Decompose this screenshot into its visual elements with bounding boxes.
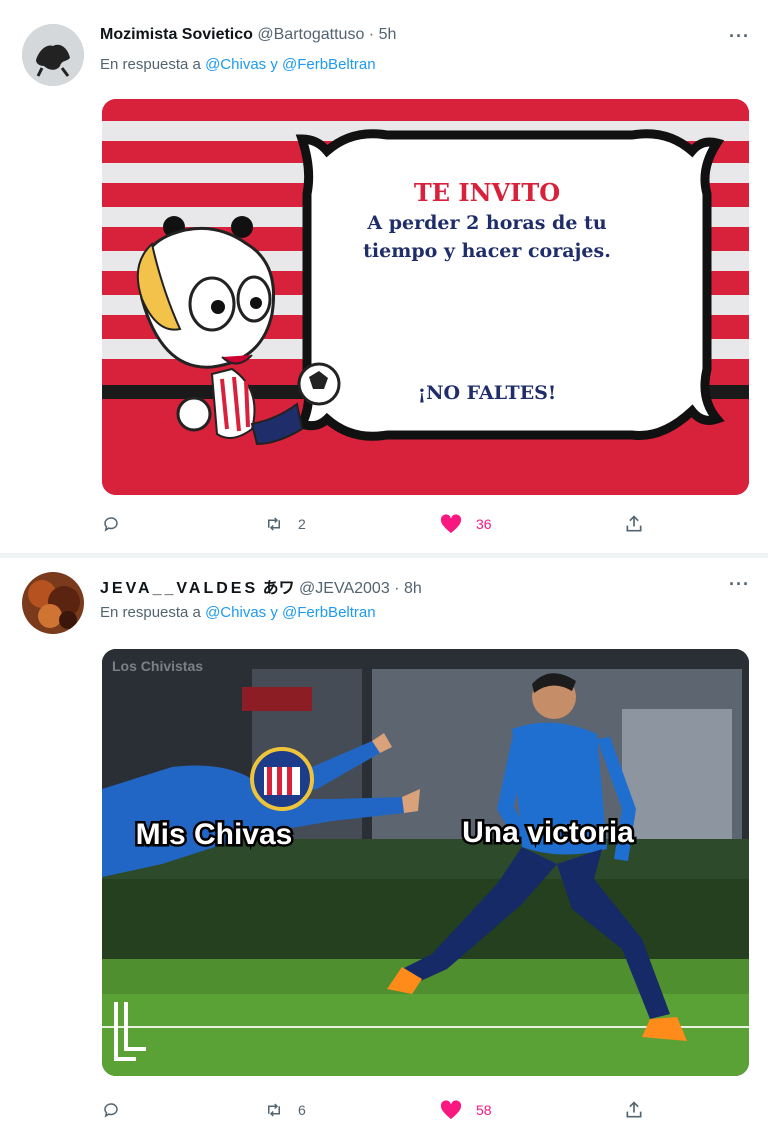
avatar-image [22,572,84,634]
reply-context: En respuesta a @Chivas y @FerbBeltran [100,604,376,621]
reply-icon [104,517,118,532]
reply-context: En respuesta a @Chivas y @FerbBeltran [100,56,376,73]
retweet-button[interactable]: 6 [264,1098,306,1122]
display-name[interactable]: JEVA__VALDES [100,580,258,597]
avatar-image [22,24,84,86]
reply-button[interactable] [102,512,120,536]
user-handle[interactable]: @JEVA2003 [299,580,390,597]
meme-left-caption: Mis Chivas [136,818,293,851]
reply-icon [104,1103,118,1118]
card-line-1: A perder 2 horas de tu [366,212,606,234]
like-count: 36 [476,516,492,532]
like-button[interactable]: 36 [440,512,492,536]
reply-prefix: En respuesta a [100,56,201,73]
retweet-count: 2 [298,516,306,532]
invite-card-image: TE INVITO A perder 2 horas de tu tiempo … [102,99,749,495]
more-icon[interactable]: ··· [729,574,750,595]
retweet-icon [268,517,280,531]
like-button[interactable]: 58 [440,1098,492,1122]
chivas-crest-icon [250,747,314,811]
reply-button[interactable] [102,1098,120,1122]
heart-icon [440,1100,462,1120]
timestamp[interactable]: · 5h [369,26,397,43]
tweet-image[interactable]: Los Chivistas Mis Chivas Una victoria [102,649,749,1076]
tweet[interactable]: JEVA__VALDES あワ @JEVA2003 · 8h ··· En re… [0,558,768,1127]
meme-watermark: Los Chivistas [112,658,203,674]
tweet-actions: 2 36 [100,512,660,536]
timestamp[interactable]: · 8h [394,580,422,597]
avatar[interactable] [22,24,84,86]
card-title: TE INVITO [414,178,560,207]
meme-right-caption: Una victoria [462,816,634,849]
share-button[interactable] [624,1098,644,1122]
retweet-icon [268,1103,280,1117]
share-icon [626,515,642,532]
retweet-count: 6 [298,1102,306,1118]
more-icon[interactable]: ··· [729,26,750,47]
tweet-header: JEVA__VALDES あワ @JEVA2003 · 8h [100,574,422,598]
avatar[interactable] [22,572,84,634]
tweet-header: Mozimista Sovietico @Bartogattuso · 5h [100,26,396,44]
meme-image: Los Chivistas Mis Chivas Una victoria [102,649,749,1076]
reply-mentions[interactable]: @Chivas y @FerbBeltran [205,604,376,621]
heart-icon [440,514,462,534]
share-button[interactable] [624,512,644,536]
reply-prefix: En respuesta a [100,604,201,621]
card-footer: ¡NO FALTES! [418,382,556,404]
retweet-button[interactable]: 2 [264,512,306,536]
like-count: 58 [476,1102,492,1118]
tweet-image[interactable]: TE INVITO A perder 2 horas de tu tiempo … [102,99,749,495]
reply-mentions[interactable]: @Chivas y @FerbBeltran [205,56,376,73]
card-line-2: tiempo y hacer corajes. [363,240,611,262]
user-handle[interactable]: @Bartogattuso [257,26,364,43]
display-name[interactable]: Mozimista Sovietico [100,26,253,43]
tweet[interactable]: Mozimista Sovietico @Bartogattuso · 5h ·… [0,0,768,553]
tweet-actions: 6 58 [100,1098,660,1122]
share-icon [626,1101,642,1118]
display-name-suffix: あワ [262,580,295,597]
